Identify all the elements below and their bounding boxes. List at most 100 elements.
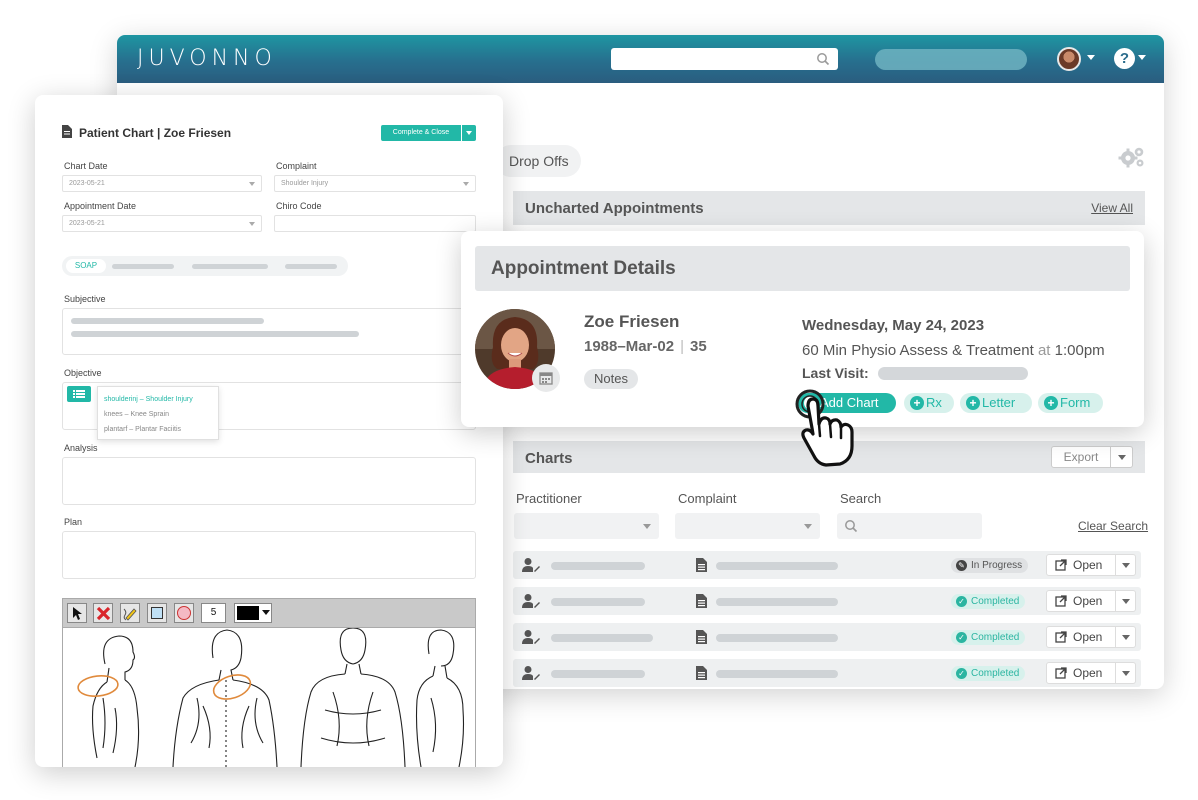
- open-chart-button[interactable]: Open: [1046, 590, 1116, 612]
- last-visit-label: Last Visit:: [802, 365, 869, 381]
- chart-search-input[interactable]: [837, 513, 982, 539]
- export-button[interactable]: Export: [1051, 446, 1111, 468]
- user-avatar[interactable]: [1057, 47, 1081, 71]
- tab-placeholder[interactable]: [112, 264, 174, 269]
- search-icon: [817, 53, 830, 66]
- search-filter-label: Search: [840, 491, 882, 506]
- complaint-field[interactable]: Shoulder Injury: [274, 175, 476, 192]
- practitioner-filter-select[interactable]: [514, 513, 659, 539]
- body-diagram: [77, 628, 465, 767]
- plus-icon: +: [910, 396, 924, 410]
- chevron-down-icon: [463, 182, 469, 186]
- analysis-label: Analysis: [64, 443, 98, 453]
- practitioner-placeholder: [551, 562, 645, 570]
- chevron-down-icon[interactable]: [1087, 55, 1095, 60]
- uncharted-appointments-header: Uncharted Appointments View All: [513, 191, 1145, 225]
- document-icon: [62, 125, 72, 138]
- status-badge: ✓ Completed: [951, 594, 1026, 609]
- text-placeholder: [71, 331, 359, 337]
- external-link-icon: [1055, 667, 1067, 679]
- appointment-details-header: Appointment Details: [475, 246, 1130, 291]
- pointer-tool-icon[interactable]: [67, 603, 87, 623]
- chart-date-field[interactable]: 2023-05-21: [62, 175, 262, 192]
- tab-placeholder[interactable]: [192, 264, 268, 269]
- open-chart-button[interactable]: Open: [1046, 554, 1116, 576]
- check-icon: ✓: [956, 596, 967, 607]
- subjective-label: Subjective: [64, 294, 106, 304]
- complete-close-button[interactable]: Complete & Close: [381, 125, 461, 141]
- appointment-date-label: Appointment Date: [64, 201, 137, 211]
- external-link-icon: [1055, 631, 1067, 643]
- complaint-placeholder: [716, 598, 838, 606]
- status-badge: ✓ Completed: [951, 630, 1026, 645]
- user-edit-icon: [522, 630, 540, 644]
- color-picker[interactable]: [234, 603, 272, 623]
- menu-item[interactable]: plantarf – Plantar Faciitis: [104, 426, 181, 433]
- chart-row: ✓ Completed Open: [513, 623, 1141, 651]
- chevron-down-icon: [1122, 563, 1130, 568]
- chart-row: ✎ In Progress Open: [513, 551, 1141, 579]
- practitioner-placeholder: [551, 598, 645, 606]
- subjective-textarea[interactable]: [62, 308, 476, 355]
- document-icon: [696, 558, 707, 572]
- objective-label: Objective: [64, 368, 102, 378]
- complaint-filter-select[interactable]: [675, 513, 820, 539]
- open-chart-button[interactable]: Open: [1046, 626, 1116, 648]
- plan-label: Plan: [64, 517, 83, 527]
- notes-button[interactable]: Notes: [584, 369, 638, 389]
- complaint-filter-label: Complaint: [678, 491, 737, 506]
- last-visit-placeholder: [878, 367, 1028, 380]
- rectangle-tool-icon[interactable]: [147, 603, 167, 623]
- chevron-down-icon: [1118, 455, 1126, 460]
- analysis-textarea[interactable]: [62, 457, 476, 505]
- body-chart-canvas[interactable]: [62, 628, 476, 767]
- menu-item[interactable]: knees – Knee Sprain: [104, 411, 169, 418]
- pencil-tool-icon[interactable]: [120, 603, 140, 623]
- tab-placeholder[interactable]: [285, 264, 337, 269]
- global-search-input[interactable]: [611, 48, 838, 70]
- plan-textarea[interactable]: [62, 531, 476, 579]
- open-dropdown-button[interactable]: [1116, 554, 1136, 576]
- menu-item[interactable]: shoulderinj – Shoulder Injury: [104, 396, 193, 403]
- check-icon: ✓: [956, 632, 967, 643]
- open-dropdown-button[interactable]: [1116, 662, 1136, 684]
- appointment-details-title: Appointment Details: [491, 258, 676, 279]
- chart-row: ✓ Completed Open: [513, 659, 1141, 687]
- external-link-icon: [1055, 595, 1067, 607]
- delete-tool-icon[interactable]: [93, 603, 113, 623]
- tab-soap[interactable]: SOAP: [66, 259, 106, 273]
- document-icon: [696, 594, 707, 608]
- clear-search-link[interactable]: Clear Search: [1078, 519, 1148, 533]
- list-icon[interactable]: [67, 386, 91, 402]
- chevron-down-icon: [249, 182, 255, 186]
- appointment-date: Wednesday, May 24, 2023: [802, 317, 985, 334]
- add-rx-button[interactable]: + Rx: [904, 393, 954, 413]
- complete-dropdown-button[interactable]: [462, 125, 476, 141]
- add-letter-button[interactable]: + Letter: [960, 393, 1032, 413]
- chevron-down-icon[interactable]: [1138, 55, 1146, 60]
- add-form-button[interactable]: + Form: [1038, 393, 1103, 413]
- gear-icon[interactable]: [1118, 145, 1146, 169]
- open-dropdown-button[interactable]: [1116, 590, 1136, 612]
- practitioner-filter-label: Practitioner: [516, 491, 582, 506]
- help-icon[interactable]: ?: [1114, 48, 1135, 69]
- chevron-down-icon: [1122, 671, 1130, 676]
- hand-pointer-icon: [795, 389, 854, 467]
- chiro-code-label: Chiro Code: [276, 201, 322, 211]
- chiro-code-field[interactable]: [274, 215, 476, 232]
- view-all-link[interactable]: View All: [1091, 201, 1133, 215]
- brand-logo: JUVONNO: [137, 46, 277, 71]
- open-dropdown-button[interactable]: [1116, 626, 1136, 648]
- status-badge: ✎ In Progress: [951, 558, 1029, 573]
- appointment-date-field[interactable]: 2023-05-21: [62, 215, 262, 232]
- drop-offs-tab[interactable]: Drop Offs: [495, 145, 581, 177]
- circle-tool-icon[interactable]: [174, 603, 194, 623]
- open-chart-button[interactable]: Open: [1046, 662, 1116, 684]
- export-dropdown-button[interactable]: [1111, 446, 1133, 468]
- patient-name[interactable]: Zoe Friesen: [584, 312, 679, 332]
- stroke-size-input[interactable]: 5: [201, 603, 226, 623]
- section-title: Charts: [525, 450, 573, 467]
- calendar-icon[interactable]: [532, 364, 560, 392]
- external-link-icon: [1055, 559, 1067, 571]
- location-selector[interactable]: [875, 49, 1027, 70]
